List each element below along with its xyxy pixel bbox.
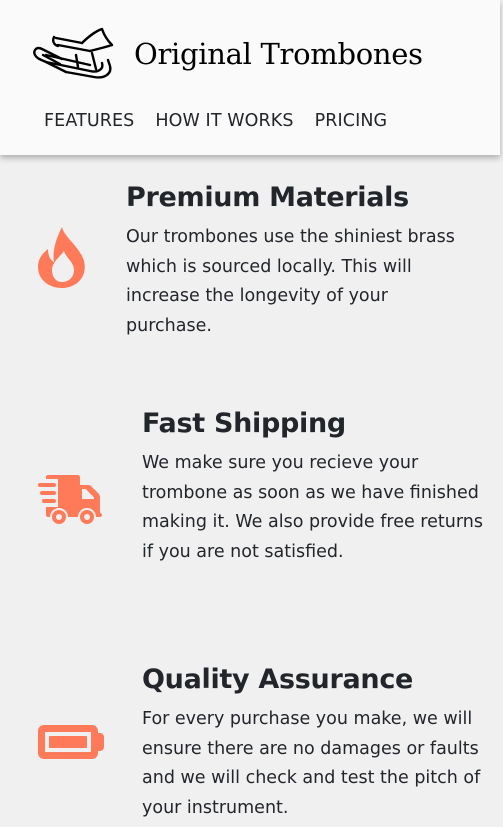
nav-link-how-it-works[interactable]: HOW IT WORKS <box>155 109 293 133</box>
fire-icon <box>38 227 85 288</box>
main-nav: FEATURES HOW IT WORKS PRICING <box>44 109 387 133</box>
feature-title: Fast Shipping <box>142 408 346 439</box>
nav-link-features[interactable]: FEATURES <box>44 109 134 133</box>
battery-full-icon <box>38 725 104 759</box>
logo-link[interactable] <box>32 27 118 81</box>
feature-description: Our trombones use the shiniest brass whi… <box>126 227 455 337</box>
trombone-icon <box>33 27 114 79</box>
site-header: Original Trombones FEATURES HOW IT WORKS… <box>0 0 500 155</box>
site-title: Original Trombones <box>134 37 423 71</box>
shipping-fast-icon <box>38 475 102 524</box>
feature-title: Quality Assurance <box>142 664 414 695</box>
feature-description: We make sure you recieve your trombone a… <box>142 453 483 563</box>
feature-description: For every purchase you make, we will ens… <box>142 709 481 819</box>
nav-link-pricing[interactable]: PRICING <box>315 109 388 133</box>
feature-title: Premium Materials <box>126 182 409 213</box>
